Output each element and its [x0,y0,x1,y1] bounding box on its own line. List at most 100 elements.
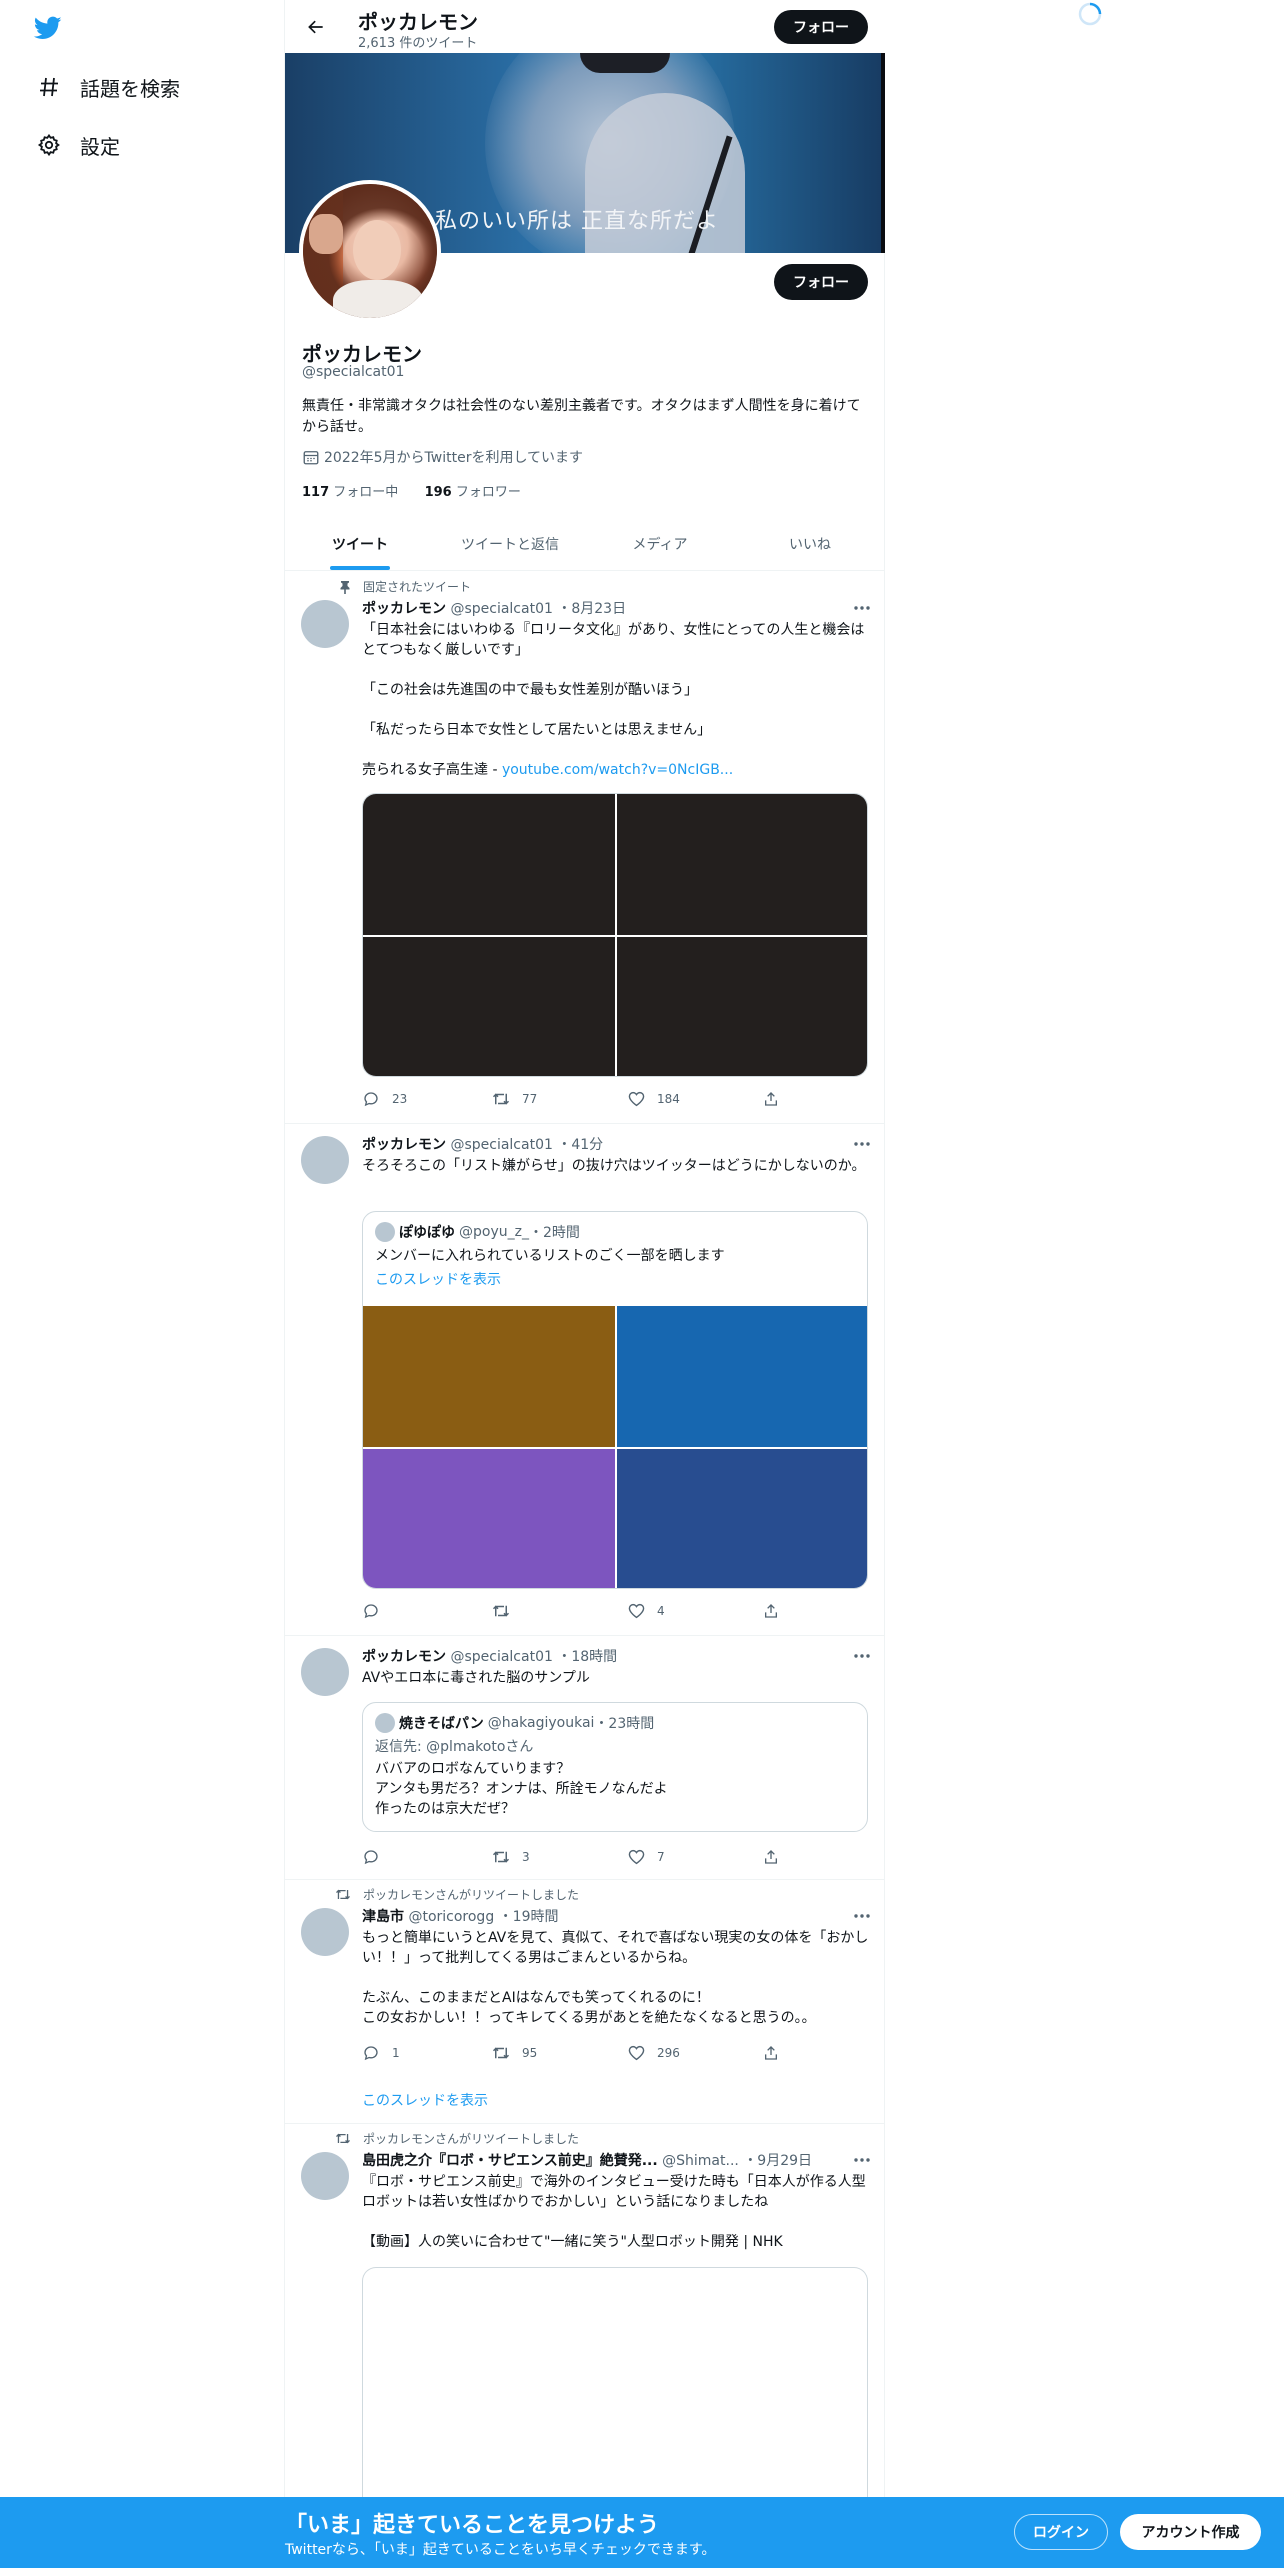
tweet-author-name[interactable]: ポッカレモン [362,1649,446,1665]
tweet-actions: 3 7 [362,1848,782,1868]
header-follow-button[interactable]: フォロー [774,10,868,44]
like-button[interactable]: 7 [627,1848,665,1866]
tweet-avatar[interactable] [301,1648,349,1696]
like-button[interactable]: 184 [627,1090,680,1108]
back-arrow-icon[interactable] [301,12,331,42]
quoted-tweet[interactable]: ぽゆぽゆ @poyu_z_ ・2時間 メンバーに入れられているリストのごく一部を… [362,1211,868,1589]
retweet-button[interactable]: 77 [492,1090,537,1108]
quoted-reply-to: 返信先: @plmakotoさん [375,1739,534,1755]
profile-joined: 2022年5月からTwitterを利用しています [302,447,583,467]
tweet-author-name[interactable]: 津島市 [362,1909,404,1925]
share-button[interactable] [762,1090,792,1108]
tweet-avatar[interactable] [301,600,349,648]
tweet-author-name[interactable]: 島田虎之介『ロボ・サピエンス前史』絶賛発... [362,2153,658,2169]
media-image[interactable] [363,794,615,935]
reply-icon [362,1090,380,1108]
tweet-avatar[interactable] [301,1908,349,1956]
media-image[interactable] [617,1449,867,1588]
quoted-tweet[interactable]: 焼きそばパン @hakagiyoukai ・23時間 返信先: @plmakot… [362,1702,868,1832]
tweet-author-handle[interactable]: @specialcat01 [450,1649,552,1665]
reply-button[interactable] [362,1602,392,1620]
tweet-avatar[interactable] [301,2152,349,2200]
followers-label[interactable]: フォロワー [456,485,521,500]
more-options-icon[interactable] [851,2153,873,2167]
tweet[interactable]: ポッカレモン @specialcat01 ・41分 そろそろこの「リスト嫌がらせ… [285,1124,885,1636]
tweet-link[interactable]: youtube.com/watch?v=0NcIGB... [502,762,733,778]
retweet-button[interactable] [492,1602,522,1620]
show-thread-link[interactable]: このスレッドを表示 [362,2090,488,2110]
tab-likes[interactable]: いいね [735,518,885,570]
tweet-time[interactable]: ・19時間 [499,1909,559,1925]
profile-avatar[interactable] [299,180,441,322]
share-button[interactable] [762,1848,792,1866]
tweet-author-name[interactable]: ポッカレモン [362,1137,446,1153]
retweet-button[interactable]: 3 [492,1848,530,1866]
tweet-avatar[interactable] [301,1136,349,1184]
media-image[interactable] [363,1449,615,1588]
tweet-author-handle[interactable]: @Shimat... [662,2153,739,2169]
more-options-icon[interactable] [851,601,873,615]
tweet-author-name[interactable]: ポッカレモン [362,601,446,617]
reply-icon [362,1848,380,1866]
following-count[interactable]: 117 [302,485,329,500]
followers-count[interactable]: 196 [425,485,452,500]
more-options-icon[interactable] [851,1137,873,1151]
signup-banner: 「いま」起きていることを見つけよう Twitterなら、「いま」起きていることを… [0,2497,1284,2568]
media-image[interactable] [617,794,867,935]
tweet-author-handle[interactable]: @specialcat01 [450,601,552,617]
tweet[interactable]: ポッカレモン @specialcat01 ・18時間 AVやエロ本に毒された脳の… [285,1636,885,1880]
media-image[interactable] [363,937,615,1076]
tweet-text: AVやエロ本に毒された脳のサンプル [362,1670,590,1686]
quoted-author-name: ぽゆぽゆ [399,1225,455,1241]
hashtag-icon [36,74,62,100]
media-image[interactable] [617,937,867,1076]
heart-icon [627,1090,645,1108]
tweet-media-grid [362,793,868,1077]
quoted-tweet-header: ぽゆぽゆ @poyu_z_ ・2時間 [375,1222,580,1242]
profile-handle: @specialcat01 [302,364,405,380]
like-button[interactable]: 296 [627,2044,680,2062]
tweet-time[interactable]: ・9月29日 [743,2153,812,2169]
follow-button[interactable]: フォロー [774,264,868,300]
tweet-time[interactable]: ・18時間 [557,1649,617,1665]
header-name: ポッカレモン [358,10,478,34]
tweet-text: 『ロボ・サピエンス前史』で海外のインタビュー受けた時も「日本人が作る人型ロボット… [362,2174,866,2250]
media-image[interactable] [617,1306,867,1447]
following-label[interactable]: フォロー中 [333,485,398,500]
more-options-icon[interactable] [851,1909,873,1923]
tweet-author-handle[interactable]: @toricorogg [408,1909,494,1925]
quoted-time: ・23時間 [594,1716,655,1732]
signup-banner-subtitle: Twitterなら、「いま」起きていることをいち早くチェックできます。 [285,2542,716,2558]
share-icon [762,1602,780,1620]
share-icon [762,1848,780,1866]
tweet-author-handle[interactable]: @specialcat01 [450,1137,552,1153]
share-icon [762,2044,780,2062]
twitter-bird-icon[interactable] [32,14,64,42]
login-button[interactable]: ログイン [1014,2514,1108,2550]
tweet-time[interactable]: ・41分 [557,1137,603,1153]
tab-tweets-and-replies[interactable]: ツイートと返信 [435,518,585,570]
media-image[interactable] [363,1306,615,1447]
retweet-button[interactable]: 95 [492,2044,537,2062]
signup-button[interactable]: アカウント作成 [1120,2514,1261,2550]
tweet-header: ポッカレモン @specialcat01 ・8月23日 [362,598,626,618]
reply-button[interactable] [362,1848,392,1866]
nav-settings[interactable]: 設定 [36,127,120,163]
tab-media[interactable]: メディア [585,518,735,570]
like-button[interactable]: 4 [627,1602,665,1620]
nav-settings-label: 設定 [80,134,120,159]
tab-tweets[interactable]: ツイート [285,518,435,570]
more-options-icon[interactable] [851,1649,873,1663]
reply-button[interactable]: 1 [362,2044,400,2062]
share-button[interactable] [762,1602,792,1620]
nav-explore[interactable]: 話題を検索 [36,69,180,105]
retweeted-tweet[interactable]: ポッカレモンさんがリツイートしました 津島市 @toricorogg ・19時間… [285,1880,885,2124]
tweet-actions: 4 [362,1602,782,1622]
tweet-pinned[interactable]: 固定されたツイート ポッカレモン @specialcat01 ・8月23日 「日… [285,572,885,1124]
tweet-time[interactable]: ・8月23日 [557,601,626,617]
show-thread-link[interactable]: このスレッドを表示 [375,1270,855,1290]
share-button[interactable] [762,2044,792,2062]
reply-button[interactable]: 23 [362,1090,407,1108]
tweet-header: ポッカレモン @specialcat01 ・41分 [362,1134,603,1154]
tweet-header: 津島市 @toricorogg ・19時間 [362,1906,558,1926]
